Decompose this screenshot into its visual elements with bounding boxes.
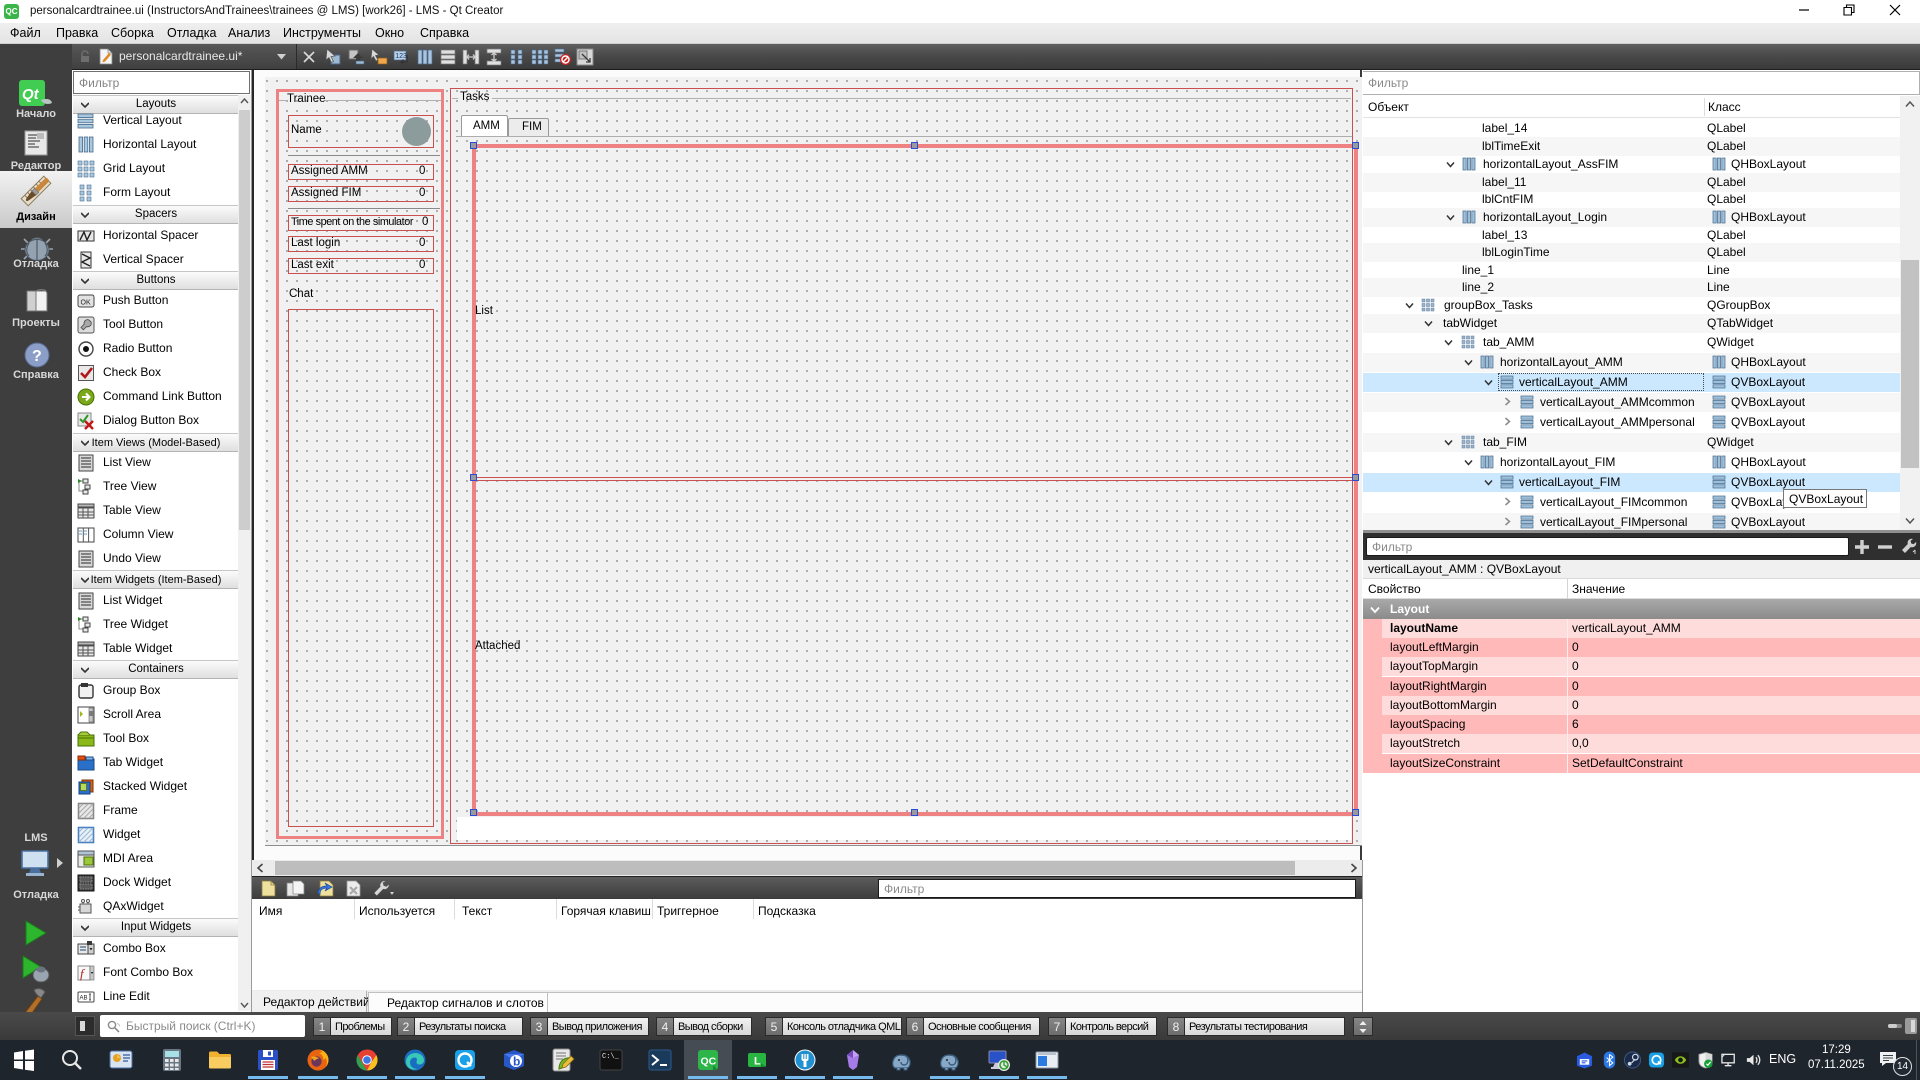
svg-text:OK: OK — [81, 300, 91, 307]
svg-text:Qt: Qt — [22, 86, 40, 103]
svg-text:123: 123 — [395, 53, 407, 60]
svg-text:b: b — [513, 1055, 520, 1069]
svg-text:AB: AB — [80, 996, 88, 1002]
svg-text:QC: QC — [701, 1056, 717, 1068]
svg-text:L: L — [754, 1056, 761, 1068]
svg-text:C:\_: C:\_ — [602, 1053, 620, 1061]
svg-text:?: ? — [32, 348, 42, 365]
